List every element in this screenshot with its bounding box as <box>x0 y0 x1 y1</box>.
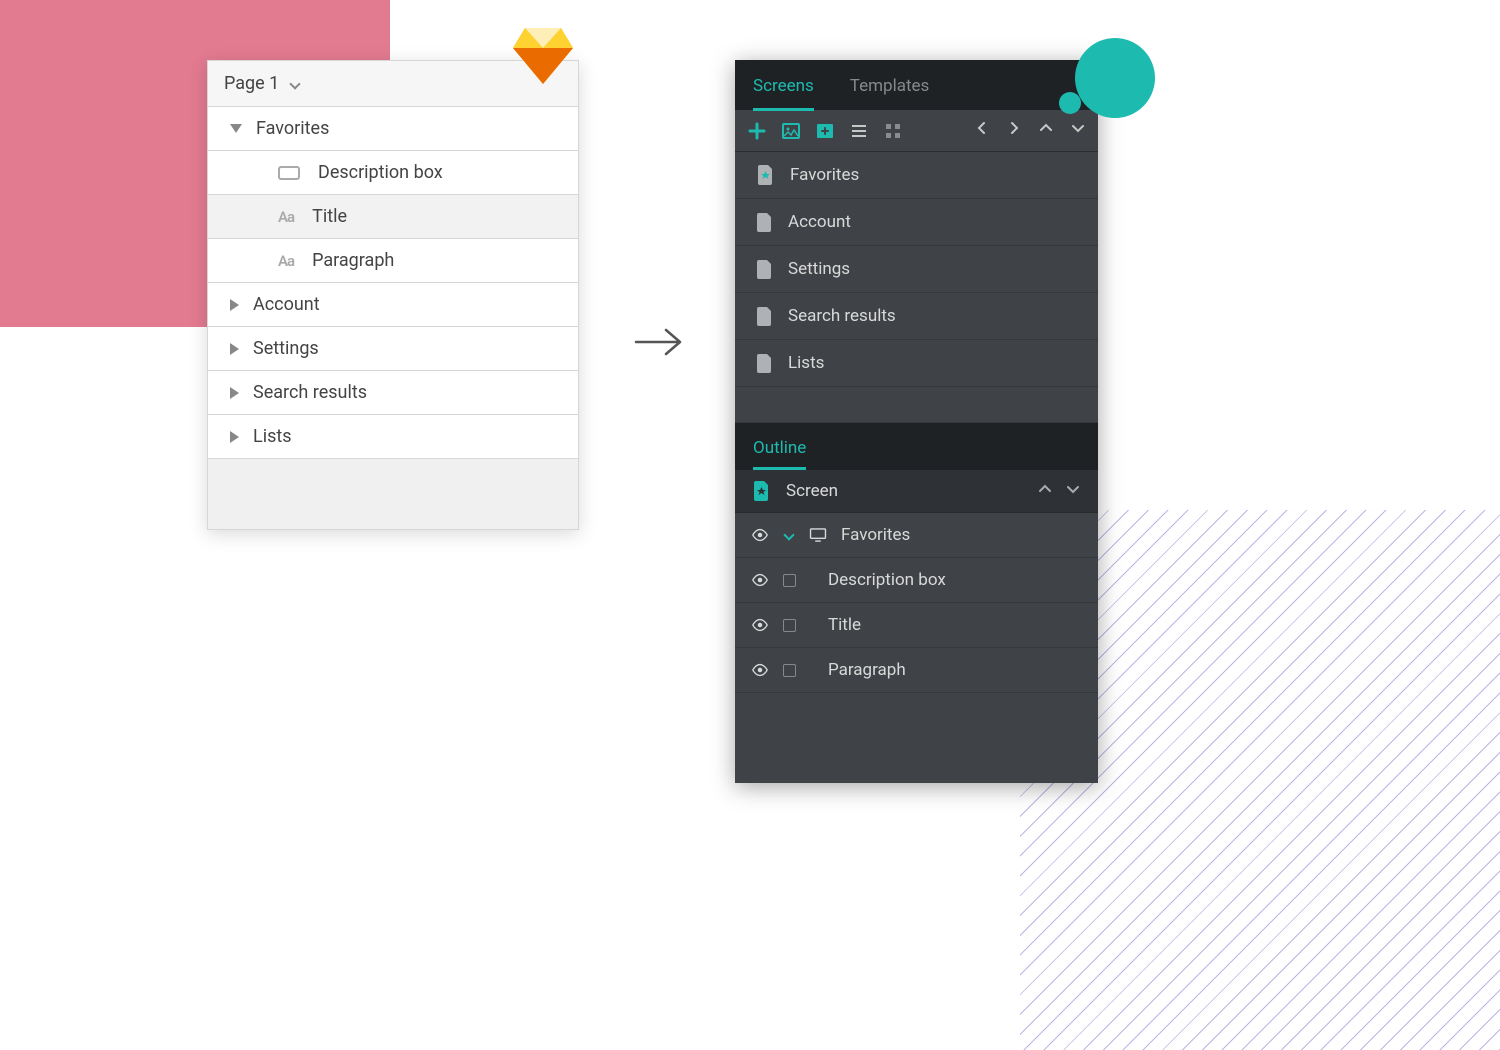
nav-down-icon[interactable] <box>1070 120 1086 141</box>
layer-label: Description box <box>318 162 443 183</box>
screens-spacer <box>735 387 1098 423</box>
triangle-right-icon <box>230 431 239 443</box>
move-down-icon[interactable] <box>1066 481 1080 501</box>
layer-label: Lists <box>253 426 292 447</box>
tab-screens[interactable]: Screens <box>753 60 814 110</box>
triangle-down-icon <box>230 124 242 133</box>
screen-item-lists[interactable]: Lists <box>735 340 1098 387</box>
layer-label: Account <box>253 294 320 315</box>
sketch-diamond-icon <box>513 28 573 88</box>
decorative-circle-large <box>1075 38 1155 118</box>
chevron-down-icon[interactable] <box>783 529 795 541</box>
outline-label: Description box <box>828 570 946 590</box>
outline-item-title[interactable]: Title <box>735 603 1098 648</box>
screen-label: Favorites <box>790 165 859 185</box>
text-aa-icon: Aa <box>278 208 294 226</box>
rectangle-icon <box>278 166 300 180</box>
outline-item-favorites[interactable]: Favorites <box>735 513 1098 558</box>
outline-label: Favorites <box>841 525 910 545</box>
square-icon <box>783 619 796 632</box>
visibility-icon[interactable] <box>751 661 769 679</box>
screen-label: Search results <box>788 306 896 326</box>
tab-label: Outline <box>753 438 806 458</box>
visibility-icon[interactable] <box>751 526 769 544</box>
tab-outline[interactable]: Outline <box>753 423 806 470</box>
add-button[interactable] <box>747 121 767 141</box>
nav-back-icon[interactable] <box>974 120 990 141</box>
tab-label: Screens <box>753 76 814 96</box>
outline-label: Paragraph <box>828 660 906 680</box>
layer-row-account[interactable]: Account <box>208 283 578 327</box>
layer-row-favorites[interactable]: Favorites <box>208 107 578 151</box>
layer-row-lists[interactable]: Lists <box>208 415 578 459</box>
layer-label: Favorites <box>256 118 329 139</box>
nav-up-icon[interactable] <box>1038 120 1054 141</box>
screen-item-favorites[interactable]: Favorites <box>735 152 1098 199</box>
outline-spacer <box>735 693 1098 783</box>
panel-spacer <box>208 459 578 529</box>
tab-templates[interactable]: Templates <box>850 60 930 110</box>
screen-label: Screen <box>786 481 838 501</box>
layer-label: Search results <box>253 382 367 403</box>
screen-item-account[interactable]: Account <box>735 199 1098 246</box>
screen-item-search-results[interactable]: Search results <box>735 293 1098 340</box>
layer-row-description-box[interactable]: Description box <box>208 151 578 195</box>
move-up-icon[interactable] <box>1038 481 1052 501</box>
layer-label: Paragraph <box>312 250 394 271</box>
outline-item-description-box[interactable]: Description box <box>735 558 1098 603</box>
outline-screen-header[interactable]: Screen <box>735 470 1098 513</box>
nav-forward-icon[interactable] <box>1006 120 1022 141</box>
triangle-right-icon <box>230 343 239 355</box>
square-icon <box>783 574 796 587</box>
triangle-right-icon <box>230 387 239 399</box>
layer-row-search-results[interactable]: Search results <box>208 371 578 415</box>
sketch-layers-panel: Page 1 Favorites Description box Aa Titl… <box>207 60 579 530</box>
monitor-icon <box>809 528 827 542</box>
image-icon[interactable] <box>781 121 801 141</box>
outline-item-paragraph[interactable]: Paragraph <box>735 648 1098 693</box>
list-view-icon[interactable] <box>849 121 869 141</box>
toolbar <box>735 110 1098 152</box>
outline-list: Favorites Description box Title Paragrap… <box>735 513 1098 783</box>
screen-label: Lists <box>788 353 824 373</box>
chevron-down-icon <box>289 78 301 90</box>
screen-label: Account <box>788 212 851 232</box>
layer-row-settings[interactable]: Settings <box>208 327 578 371</box>
layer-row-paragraph[interactable]: Aa Paragraph <box>208 239 578 283</box>
outline-label: Title <box>828 615 861 635</box>
square-icon <box>783 664 796 677</box>
tab-bar: Screens Templates <box>735 60 1098 110</box>
decorative-circle-small <box>1059 92 1081 114</box>
outline-tab-bar: Outline <box>735 423 1098 470</box>
layer-label: Title <box>312 206 347 227</box>
add-page-icon[interactable] <box>815 121 835 141</box>
prototyping-panel: Screens Templates Favori <box>735 60 1098 783</box>
triangle-right-icon <box>230 299 239 311</box>
arrow-right-icon <box>632 322 686 366</box>
visibility-icon[interactable] <box>751 571 769 589</box>
screens-list: Favorites Account Settings Search result… <box>735 152 1098 423</box>
grid-view-icon[interactable] <box>883 121 903 141</box>
layer-label: Settings <box>253 338 319 359</box>
text-aa-icon: Aa <box>278 252 294 270</box>
visibility-icon[interactable] <box>751 616 769 634</box>
screen-label: Settings <box>788 259 850 279</box>
page-label: Page 1 <box>224 73 279 94</box>
tab-label: Templates <box>850 76 930 96</box>
screen-item-settings[interactable]: Settings <box>735 246 1098 293</box>
layer-row-title[interactable]: Aa Title <box>208 195 578 239</box>
